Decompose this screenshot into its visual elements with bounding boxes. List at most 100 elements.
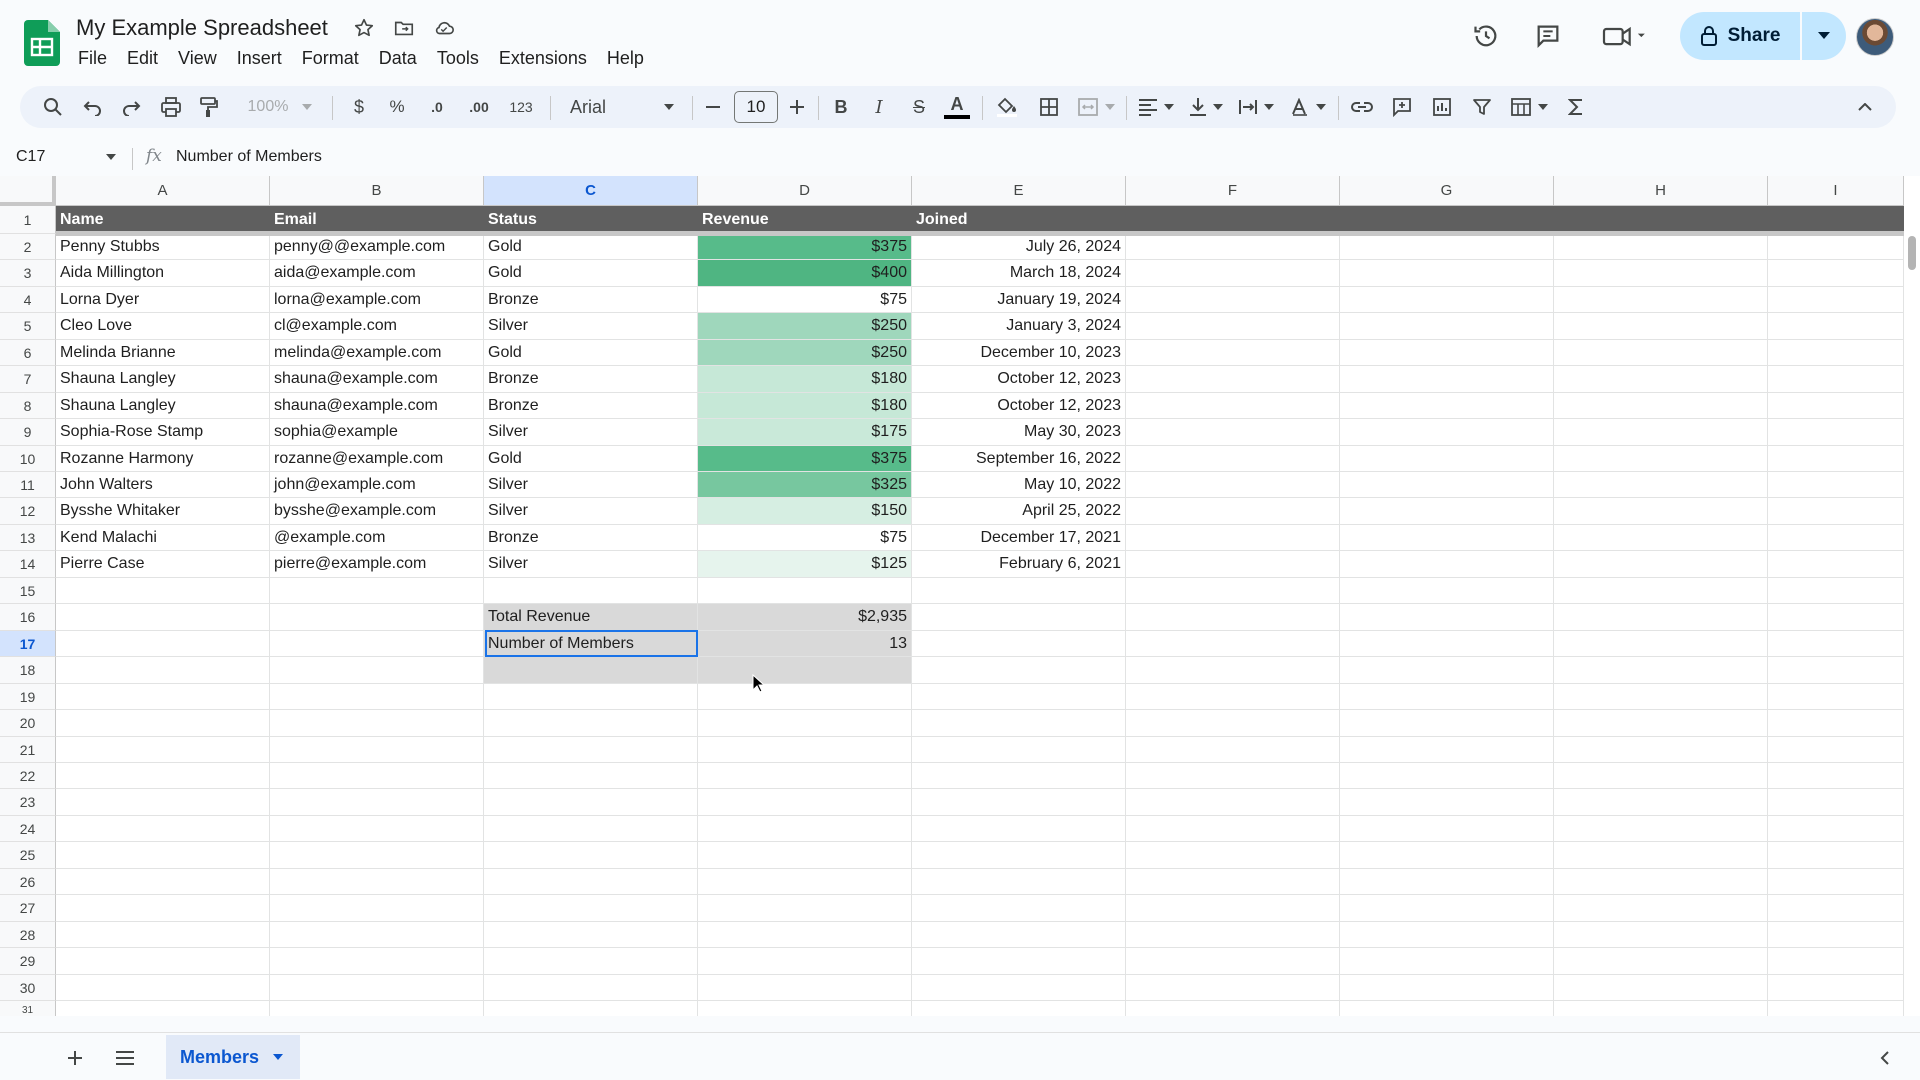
cell-f19[interactable] bbox=[1126, 684, 1340, 710]
cell-i17[interactable] bbox=[1768, 631, 1904, 657]
zoom-select[interactable]: 100% bbox=[242, 91, 318, 123]
row-header-18[interactable]: 18 bbox=[0, 657, 56, 684]
cell-f20[interactable] bbox=[1126, 710, 1340, 737]
menu-view[interactable]: View bbox=[168, 44, 227, 70]
row-header-25[interactable]: 25 bbox=[0, 842, 56, 869]
cell-f30[interactable] bbox=[1126, 975, 1340, 1001]
row-header-26[interactable]: 26 bbox=[0, 869, 56, 895]
cell-h20[interactable] bbox=[1554, 710, 1768, 737]
row-header-19[interactable]: 19 bbox=[0, 684, 56, 710]
cell-e11[interactable]: May 10, 2022 bbox=[912, 472, 1126, 498]
cell-h17[interactable] bbox=[1554, 631, 1768, 657]
cell-e17[interactable] bbox=[912, 631, 1126, 657]
decrease-font-size-icon[interactable] bbox=[700, 91, 726, 123]
cell-i1[interactable] bbox=[1768, 206, 1904, 234]
cell-a11[interactable]: John Walters bbox=[56, 472, 270, 498]
row-header-24[interactable]: 24 bbox=[0, 816, 56, 842]
cell-e24[interactable] bbox=[912, 816, 1126, 842]
cell-g10[interactable] bbox=[1340, 446, 1554, 472]
cell-g12[interactable] bbox=[1340, 498, 1554, 525]
font-family-select[interactable]: Arial bbox=[562, 91, 682, 123]
cell-i27[interactable] bbox=[1768, 895, 1904, 922]
cell-b23[interactable] bbox=[270, 789, 484, 816]
cell-g14[interactable] bbox=[1340, 551, 1554, 578]
cell-h12[interactable] bbox=[1554, 498, 1768, 525]
cell-e12[interactable]: April 25, 2022 bbox=[912, 498, 1126, 525]
decrease-decimal-button[interactable]: .0 bbox=[422, 91, 452, 123]
menu-format[interactable]: Format bbox=[292, 44, 369, 70]
cell-i18[interactable] bbox=[1768, 657, 1904, 684]
cell-g4[interactable] bbox=[1340, 287, 1554, 313]
row-header-30[interactable]: 30 bbox=[0, 975, 56, 1001]
cell-f17[interactable] bbox=[1126, 631, 1340, 657]
row-header-3[interactable]: 3 bbox=[0, 260, 56, 287]
cell-d25[interactable] bbox=[698, 842, 912, 869]
star-icon[interactable] bbox=[350, 14, 378, 42]
italic-button[interactable]: I bbox=[864, 91, 894, 123]
cell-d2[interactable]: $375 bbox=[698, 234, 912, 260]
cell-a15[interactable] bbox=[56, 578, 270, 604]
cell-d30[interactable] bbox=[698, 975, 912, 1001]
cell-h23[interactable] bbox=[1554, 789, 1768, 816]
cell-c30[interactable] bbox=[484, 975, 698, 1001]
cell-c22[interactable] bbox=[484, 763, 698, 789]
cell-h30[interactable] bbox=[1554, 975, 1768, 1001]
row-header-7[interactable]: 7 bbox=[0, 366, 56, 393]
cell-b24[interactable] bbox=[270, 816, 484, 842]
row-header-28[interactable]: 28 bbox=[0, 922, 56, 948]
cell-h18[interactable] bbox=[1554, 657, 1768, 684]
paint-format-icon[interactable] bbox=[194, 91, 224, 123]
header-cell-revenue[interactable]: Revenue bbox=[698, 206, 912, 234]
cell-d5[interactable]: $250 bbox=[698, 313, 912, 340]
cell-h1[interactable] bbox=[1554, 206, 1768, 234]
insert-chart-icon[interactable] bbox=[1426, 91, 1458, 123]
cell-e15[interactable] bbox=[912, 578, 1126, 604]
cell-h8[interactable] bbox=[1554, 393, 1768, 419]
share-dropdown-button[interactable] bbox=[1802, 12, 1846, 60]
cell-c4[interactable]: Bronze bbox=[484, 287, 698, 313]
cell-c18[interactable] bbox=[484, 657, 698, 684]
cell-c11[interactable]: Silver bbox=[484, 472, 698, 498]
cell-f3[interactable] bbox=[1126, 260, 1340, 287]
vertical-align-icon[interactable] bbox=[1184, 91, 1228, 123]
vertical-scrollbar[interactable] bbox=[1908, 236, 1916, 270]
cell-a5[interactable]: Cleo Love bbox=[56, 313, 270, 340]
cell-b14[interactable]: pierre@example.com bbox=[270, 551, 484, 578]
header-cell-email[interactable]: Email bbox=[270, 206, 484, 234]
cell-f24[interactable] bbox=[1126, 816, 1340, 842]
cell-b2[interactable]: penny@@example.com bbox=[270, 234, 484, 260]
cell-d9[interactable]: $175 bbox=[698, 419, 912, 446]
cell-i26[interactable] bbox=[1768, 869, 1904, 895]
cell-a22[interactable] bbox=[56, 763, 270, 789]
cell-f15[interactable] bbox=[1126, 578, 1340, 604]
cell-h29[interactable] bbox=[1554, 948, 1768, 975]
cell-b11[interactable]: john@example.com bbox=[270, 472, 484, 498]
cell-b28[interactable] bbox=[270, 922, 484, 948]
cell-g5[interactable] bbox=[1340, 313, 1554, 340]
cell-a10[interactable]: Rozanne Harmony bbox=[56, 446, 270, 472]
cell-a28[interactable] bbox=[56, 922, 270, 948]
side-panel-toggle-icon[interactable] bbox=[1872, 1045, 1898, 1071]
row-header-16[interactable]: 16 bbox=[0, 604, 56, 631]
header-cell-status[interactable]: Status bbox=[484, 206, 698, 234]
cell-g22[interactable] bbox=[1340, 763, 1554, 789]
row-header-8[interactable]: 8 bbox=[0, 393, 56, 419]
cell-a7[interactable]: Shauna Langley bbox=[56, 366, 270, 393]
share-button[interactable]: Share bbox=[1680, 12, 1800, 60]
cell-i31[interactable] bbox=[1768, 1001, 1904, 1016]
cell-g29[interactable] bbox=[1340, 948, 1554, 975]
row-header-2[interactable]: 2 bbox=[0, 234, 56, 260]
cell-b20[interactable] bbox=[270, 710, 484, 737]
functions-icon[interactable] bbox=[1560, 91, 1592, 123]
cell-d11[interactable]: $325 bbox=[698, 472, 912, 498]
horizontal-align-icon[interactable] bbox=[1134, 91, 1178, 123]
row-header-27[interactable]: 27 bbox=[0, 895, 56, 922]
cell-i12[interactable] bbox=[1768, 498, 1904, 525]
cell-e16[interactable] bbox=[912, 604, 1126, 631]
cell-b8[interactable]: shauna@example.com bbox=[270, 393, 484, 419]
cell-e18[interactable] bbox=[912, 657, 1126, 684]
cell-h26[interactable] bbox=[1554, 869, 1768, 895]
cell-a31[interactable] bbox=[56, 1001, 270, 1016]
cell-h11[interactable] bbox=[1554, 472, 1768, 498]
text-rotation-icon[interactable] bbox=[1286, 91, 1330, 123]
